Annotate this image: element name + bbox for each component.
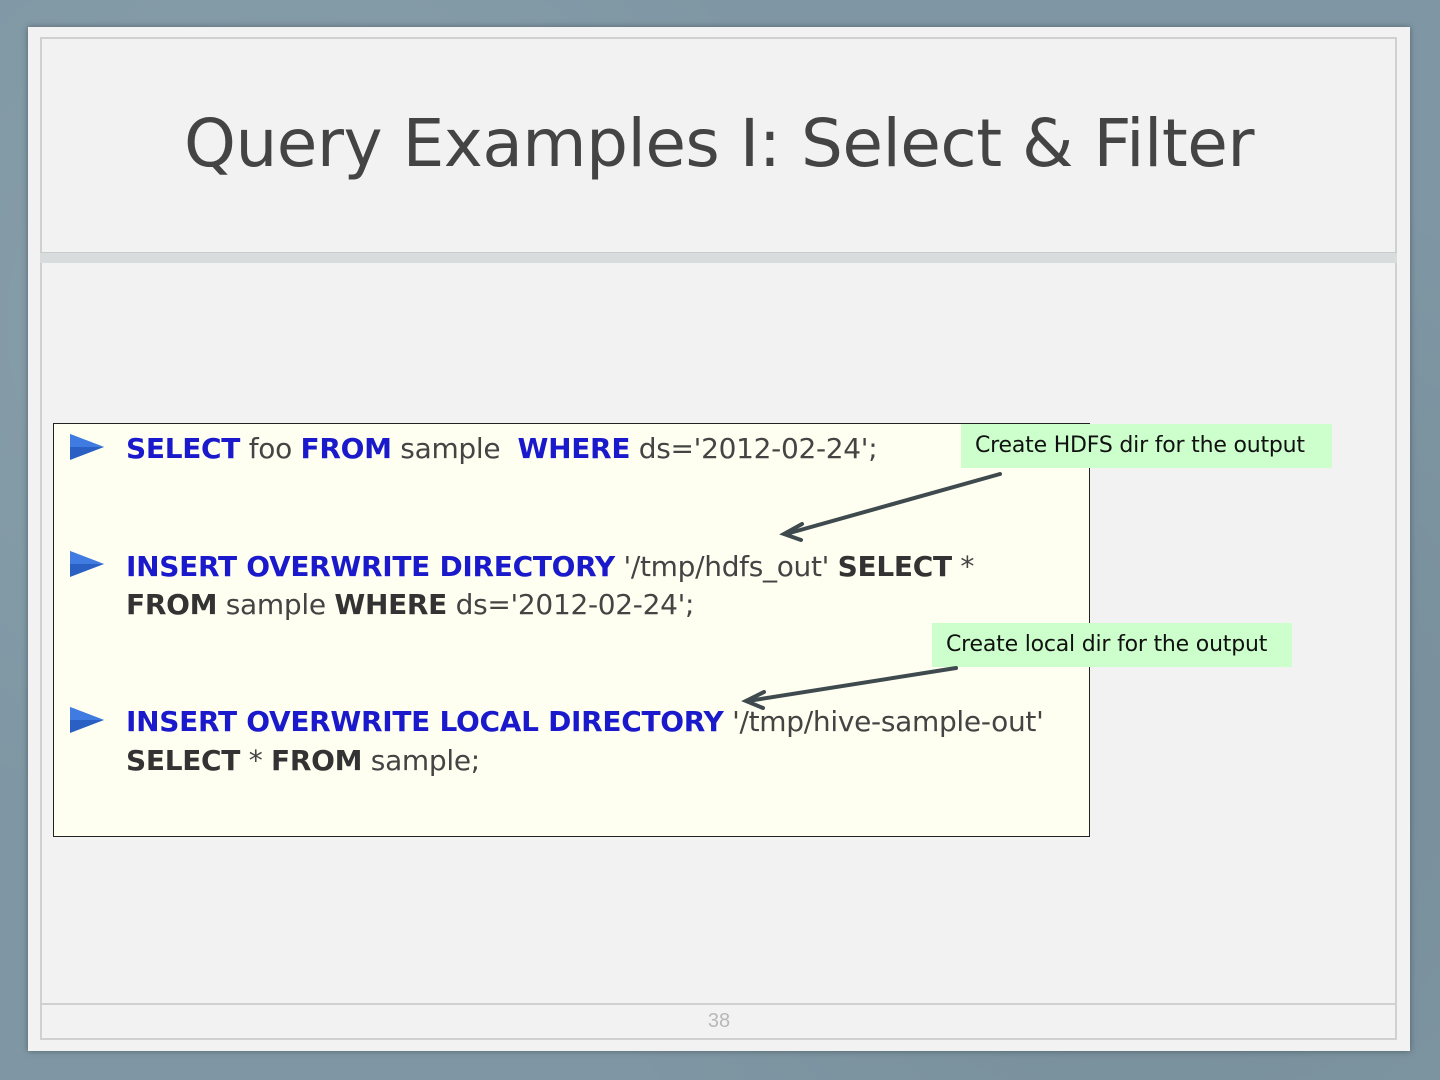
- footer-divider: [40, 1003, 1397, 1005]
- callout-arrows: [741, 472, 1002, 710]
- slide: Query Examples I: Select & Filter SELECT…: [28, 27, 1410, 1051]
- arrow-icon: [746, 666, 958, 703]
- slide-number: 38: [707, 1010, 731, 1032]
- arrow-icon: [784, 472, 1002, 536]
